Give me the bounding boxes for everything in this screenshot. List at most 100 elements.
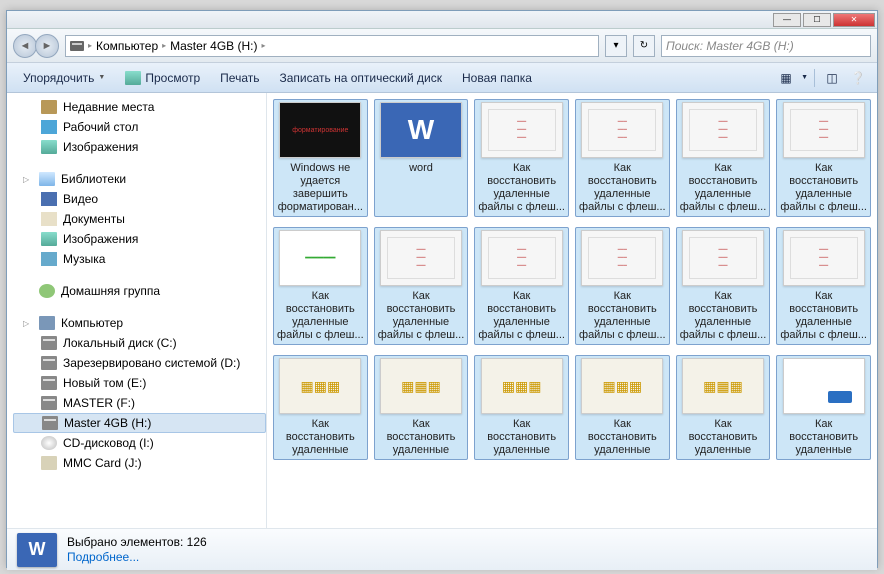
thumbnail: [481, 102, 563, 158]
sidebar-homegroup[interactable]: Домашняя группа: [13, 281, 266, 301]
file-caption: Как восстановить удаленные: [779, 418, 868, 457]
thumbnail: [682, 358, 764, 414]
file-caption: Как восстановить удаленные файлы с флеш.…: [679, 290, 768, 342]
sidebar-localc[interactable]: Локальный диск (C:): [13, 333, 266, 353]
file-item[interactable]: Как восстановить удаленные файлы с флеш.…: [474, 227, 569, 345]
view-button[interactable]: ▦: [775, 68, 797, 88]
sidebar-cddrive[interactable]: CD-дисковод (I:): [13, 433, 266, 453]
sidebar-recent[interactable]: Недавние места: [13, 97, 266, 117]
cd-icon: [41, 436, 57, 450]
thumbnail: [682, 230, 764, 286]
sidebar-music[interactable]: Музыка: [13, 249, 266, 269]
sidebar-desktop[interactable]: Рабочий стол: [13, 117, 266, 137]
sidebar-libraries[interactable]: ▷Библиотеки: [13, 169, 266, 189]
computer-icon: [39, 316, 55, 330]
close-button[interactable]: [833, 13, 875, 27]
content-pane: Windows не удается завершить форматирова…: [267, 93, 877, 528]
file-item[interactable]: Как восстановить удаленные файлы с флеш.…: [273, 227, 368, 345]
back-button[interactable]: ◄: [13, 34, 37, 58]
thumbnail: [380, 358, 462, 414]
file-caption: Как восстановить удаленные файлы с флеш.…: [679, 162, 768, 214]
burn-button[interactable]: Записать на оптический диск: [271, 68, 450, 88]
newfolder-label: Новая папка: [462, 71, 532, 85]
file-caption: Windows не удается завершить форматирова…: [276, 162, 365, 214]
explorer-window: ◄ ► ▸ Компьютер ▸ Master 4GB (H:) ▸ ▾ ↻ …: [6, 10, 878, 568]
file-caption: Как восстановить удаленные файлы с флеш.…: [578, 290, 667, 342]
sidebar-reserved[interactable]: Зарезервировано системой (D:): [13, 353, 266, 373]
breadcrumb-current[interactable]: Master 4GB (H:): [170, 39, 257, 53]
file-caption: word: [409, 162, 433, 175]
thumbnail: [380, 102, 462, 158]
file-caption: Как восстановить удаленные: [679, 418, 768, 457]
file-item[interactable]: Как восстановить удаленные файлы с флеш.…: [374, 227, 469, 345]
sidebar-images2[interactable]: Изображения: [13, 229, 266, 249]
libraries-icon: [39, 172, 55, 186]
file-item[interactable]: Как восстановить удаленные: [676, 355, 771, 460]
details-pane: W Выбрано элементов: 126 Подробнее...: [7, 528, 877, 570]
refresh-button[interactable]: ↻: [633, 35, 655, 57]
file-item[interactable]: Как восстановить удаленные файлы с флеш.…: [676, 227, 771, 345]
file-item[interactable]: Как восстановить удаленные файлы с флеш.…: [676, 99, 771, 217]
file-item[interactable]: Как восстановить удаленные: [575, 355, 670, 460]
file-caption: Как восстановить удаленные файлы с флеш.…: [578, 162, 667, 214]
sidebar-masterh[interactable]: Master 4GB (H:): [13, 413, 266, 433]
thumbnail: [481, 358, 563, 414]
mmc-icon: [41, 456, 57, 470]
preview-pane-button[interactable]: ◫: [821, 68, 843, 88]
minimize-button[interactable]: [773, 13, 801, 27]
chevron-icon: ▸: [88, 41, 92, 50]
search-input[interactable]: Поиск: Master 4GB (H:): [661, 35, 871, 57]
chevron-icon: ▸: [262, 41, 266, 50]
file-item[interactable]: Как восстановить удаленные: [474, 355, 569, 460]
pictures-icon: [41, 232, 57, 246]
file-item[interactable]: Как восстановить удаленные файлы с флеш.…: [575, 227, 670, 345]
file-item[interactable]: Как восстановить удаленные файлы с флеш.…: [575, 99, 670, 217]
preview-button[interactable]: Просмотр: [117, 68, 208, 88]
file-item[interactable]: Как восстановить удаленные: [374, 355, 469, 460]
address-bar[interactable]: ▸ Компьютер ▸ Master 4GB (H:) ▸: [65, 35, 599, 57]
file-item[interactable]: Как восстановить удаленные: [776, 355, 871, 460]
sidebar-newvol[interactable]: Новый том (E:): [13, 373, 266, 393]
file-item[interactable]: Как восстановить удаленные файлы с флеш.…: [474, 99, 569, 217]
maximize-button[interactable]: [803, 13, 831, 27]
thumbnail: [783, 230, 865, 286]
help-button[interactable]: ❔: [847, 68, 869, 88]
thumbnail: [783, 358, 865, 414]
sidebar-computer[interactable]: ▷Компьютер: [13, 313, 266, 333]
newfolder-button[interactable]: Новая папка: [454, 68, 540, 88]
toolbar: Упорядочить▼ Просмотр Печать Записать на…: [7, 63, 877, 93]
address-dropdown-button[interactable]: ▾: [605, 35, 627, 57]
organize-menu[interactable]: Упорядочить▼: [15, 68, 113, 88]
file-caption: Как восстановить удаленные файлы с флеш.…: [276, 290, 365, 342]
thumbnail: [380, 230, 462, 286]
desktop-icon: [41, 120, 57, 134]
nav-bar: ◄ ► ▸ Компьютер ▸ Master 4GB (H:) ▸ ▾ ↻ …: [7, 29, 877, 63]
recent-icon: [41, 100, 57, 114]
drive-icon: [41, 376, 57, 390]
forward-button[interactable]: ►: [35, 34, 59, 58]
thumbnail: [581, 358, 663, 414]
file-caption: Как восстановить удаленные: [377, 418, 466, 457]
file-item[interactable]: Как восстановить удаленные файлы с флеш.…: [776, 99, 871, 217]
print-button[interactable]: Печать: [212, 68, 267, 88]
documents-icon: [41, 212, 57, 226]
breadcrumb-root[interactable]: Компьютер: [96, 39, 158, 53]
file-item[interactable]: Как восстановить удаленные: [273, 355, 368, 460]
sidebar-masterf[interactable]: MASTER (F:): [13, 393, 266, 413]
sidebar-documents[interactable]: Документы: [13, 209, 266, 229]
drive-icon: [41, 396, 57, 410]
file-caption: Как восстановить удаленные: [276, 418, 365, 457]
selection-count: Выбрано элементов: 126: [67, 535, 207, 550]
file-item[interactable]: word: [374, 99, 469, 217]
file-item[interactable]: Как восстановить удаленные файлы с флеш.…: [776, 227, 871, 345]
more-link[interactable]: Подробнее...: [67, 550, 139, 564]
drive-icon: [41, 336, 57, 350]
word-icon: W: [17, 533, 57, 567]
titlebar: [7, 11, 877, 29]
sidebar-mmc[interactable]: MMC Card (J:): [13, 453, 266, 473]
file-item[interactable]: Windows не удается завершить форматирова…: [273, 99, 368, 217]
file-caption: Как восстановить удаленные файлы с флеш.…: [779, 162, 868, 214]
file-caption: Как восстановить удаленные: [578, 418, 667, 457]
sidebar-video[interactable]: Видео: [13, 189, 266, 209]
sidebar-images[interactable]: Изображения: [13, 137, 266, 157]
